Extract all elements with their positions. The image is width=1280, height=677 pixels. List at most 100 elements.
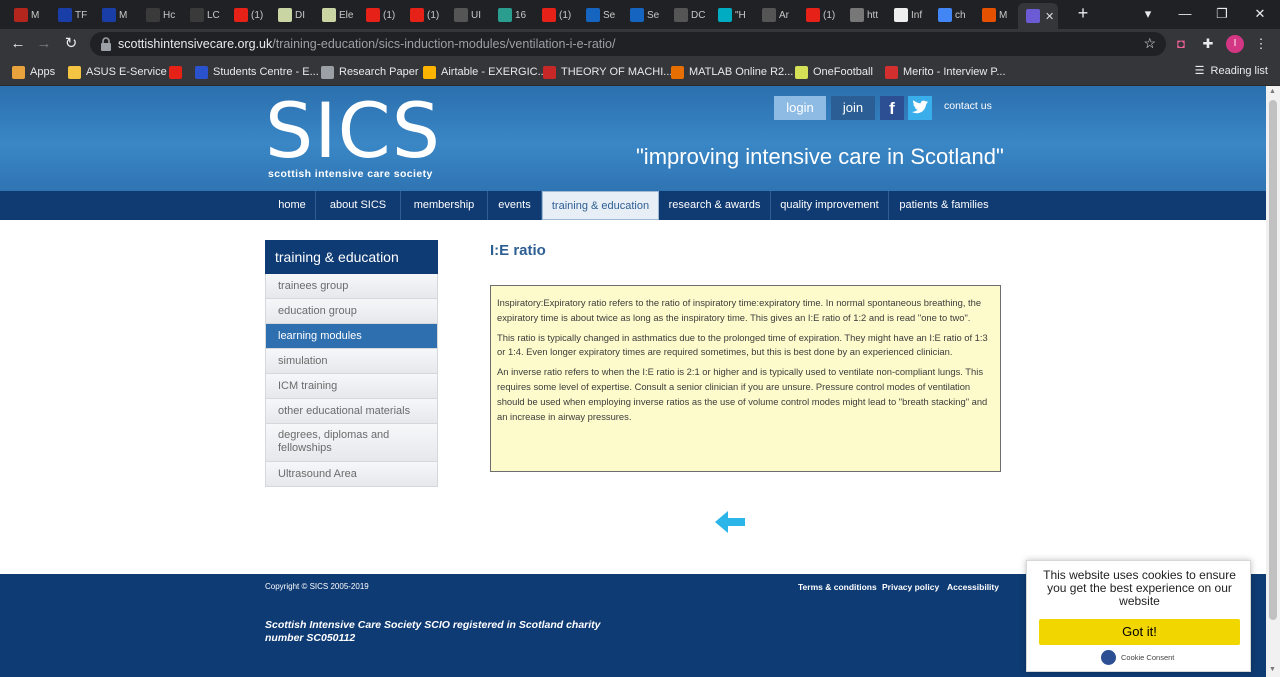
bookmark-item[interactable]: Apps [12, 64, 55, 80]
browser-tab[interactable]: (1) [358, 4, 402, 26]
browser-tab[interactable]: ch [930, 4, 974, 26]
tab-search-icon[interactable]: ▾ [1137, 4, 1159, 24]
browser-tab[interactable]: Inf [886, 4, 930, 26]
browser-tab[interactable]: (1) [534, 4, 578, 26]
bookmark-item[interactable]: Research Paper [321, 64, 419, 80]
browser-tab[interactable]: Se [578, 4, 622, 26]
nav-quality-improvement[interactable]: quality improvement [771, 191, 889, 220]
nav-patients-families[interactable]: patients & families [889, 191, 999, 220]
tab-label: (1) [383, 9, 396, 21]
browser-tab[interactable]: UI [446, 4, 490, 26]
back-arrow-icon[interactable] [714, 510, 746, 534]
browser-tab[interactable]: 16 [490, 4, 534, 26]
back-icon[interactable]: ← [8, 34, 28, 54]
browser-tab[interactable]: TF [50, 4, 94, 26]
bookmark-item[interactable]: ASUS E-Service [68, 64, 167, 80]
cookie-consent-brand[interactable]: Cookie Consent [1101, 650, 1174, 665]
minimize-icon[interactable]: — [1174, 4, 1196, 24]
tab-label: Se [603, 9, 616, 21]
facebook-icon[interactable]: f [880, 96, 904, 120]
join-button[interactable]: join [831, 96, 875, 120]
sidebar-item-ultrasound-area[interactable]: Ultrasound Area [265, 462, 438, 487]
url-domain: scottishintensivecare.org.uk [118, 37, 273, 51]
profile-avatar[interactable]: I [1226, 35, 1244, 53]
maximize-icon[interactable]: ❐ [1211, 4, 1233, 24]
browser-toolbar: ← → ↻ scottishintensivecare.org.uk/train… [0, 29, 1280, 59]
page-scrollbar[interactable]: ▲ ▼ [1266, 86, 1280, 677]
twitter-icon[interactable] [908, 96, 932, 120]
tab-favicon-icon [498, 8, 512, 22]
sics-logo[interactable]: SICS scottish intensive care society [265, 93, 441, 181]
sidebar-item-education-group[interactable]: education group [265, 299, 438, 324]
tab-label: "H [735, 9, 746, 21]
tab-favicon-icon [630, 8, 644, 22]
tab-label: DI [295, 9, 305, 21]
extensions-icon[interactable]: ✚ [1199, 35, 1217, 53]
browser-tab[interactable]: LC [182, 4, 226, 26]
tab-label: Ar [779, 9, 789, 21]
address-bar[interactable]: scottishintensivecare.org.uk/training-ed… [90, 32, 1166, 56]
forward-icon[interactable]: → [34, 34, 54, 54]
close-window-icon[interactable]: ✕ [1249, 4, 1271, 24]
browser-tab[interactable]: Hc [138, 4, 182, 26]
info-paragraph-1: Inspiratory:Expiratory ratio refers to t… [497, 297, 982, 323]
sidebar-item-trainees-group[interactable]: trainees group [265, 274, 438, 299]
bookmark-item[interactable] [169, 64, 182, 80]
browser-tab[interactable]: (1) [402, 4, 446, 26]
tab-favicon-icon [806, 8, 820, 22]
bookmark-item[interactable]: OneFootball [795, 64, 873, 80]
sidebar-item-learning-modules[interactable]: learning modules [265, 324, 438, 349]
browser-tab[interactable]: htt [842, 4, 886, 26]
nav-events[interactable]: events [488, 191, 542, 220]
bookmark-item[interactable]: MATLAB Online R2... [671, 64, 793, 80]
reading-list[interactable]: ☰ Reading list [1195, 64, 1268, 78]
close-tab-icon[interactable]: ✕ [1045, 10, 1054, 23]
tab-favicon-icon [58, 8, 72, 22]
sidebar-item-degrees-diplomas[interactable]: degrees, diplomas and fellowships [265, 424, 438, 462]
sidebar-item-simulation[interactable]: simulation [265, 349, 438, 374]
browser-tab[interactable]: Ele [314, 4, 358, 26]
tab-label: M [999, 9, 1008, 21]
terms-link[interactable]: Terms & conditions [798, 582, 877, 592]
menu-icon[interactable]: ⋮ [1252, 35, 1270, 53]
browser-tab[interactable]: (1) [226, 4, 270, 26]
browser-tab[interactable]: Ar [754, 4, 798, 26]
cookie-accept-button[interactable]: Got it! [1039, 619, 1240, 645]
login-button[interactable]: login [774, 96, 826, 120]
nav-home[interactable]: home [269, 191, 316, 220]
sidebar: training & education trainees group educ… [265, 240, 438, 487]
browser-tab[interactable]: (1) [798, 4, 842, 26]
browser-tab[interactable]: M [6, 4, 50, 26]
scroll-down-icon[interactable]: ▼ [1269, 666, 1276, 673]
browser-tab[interactable]: DC [666, 4, 710, 26]
accessibility-link[interactable]: Accessibility [947, 582, 999, 592]
new-tab-button[interactable]: + [1074, 4, 1092, 24]
bookmark-item[interactable]: THEORY OF MACHI... [543, 64, 672, 80]
bookmark-item[interactable]: Merito - Interview P... [885, 64, 1006, 80]
browser-tab[interactable]: M [974, 4, 1018, 26]
nav-research-awards[interactable]: research & awards [659, 191, 771, 220]
browser-tab[interactable]: M [94, 4, 138, 26]
scroll-up-icon[interactable]: ▲ [1269, 88, 1276, 95]
pocket-icon[interactable]: ◘ [1172, 35, 1190, 53]
nav-training-education[interactable]: training & education [542, 191, 659, 220]
contact-us-link[interactable]: contact us [944, 100, 992, 112]
browser-tab[interactable]: DI [270, 4, 314, 26]
privacy-link[interactable]: Privacy policy [882, 582, 939, 592]
sidebar-item-icm-training[interactable]: ICM training [265, 374, 438, 399]
nav-about-sics[interactable]: about SICS [316, 191, 401, 220]
reload-icon[interactable]: ↻ [61, 34, 81, 54]
bookmark-item[interactable]: Airtable - EXERGIC... [423, 64, 547, 80]
tab-favicon-icon [894, 8, 908, 22]
bookmark-favicon-icon [68, 65, 81, 79]
browser-tab[interactable]: "H [710, 4, 754, 26]
tab-favicon-icon [542, 8, 556, 22]
nav-membership[interactable]: membership [401, 191, 488, 220]
bookmark-favicon-icon [169, 65, 182, 79]
browser-tab-active[interactable]: ✕ [1018, 3, 1058, 29]
sidebar-item-other-educational-materials[interactable]: other educational materials [265, 399, 438, 424]
bookmark-item[interactable]: Students Centre - E... [195, 64, 319, 80]
bookmark-star-icon[interactable]: ☆ [1143, 35, 1156, 52]
scrollbar-thumb[interactable] [1269, 100, 1277, 620]
browser-tab[interactable]: Se [622, 4, 666, 26]
